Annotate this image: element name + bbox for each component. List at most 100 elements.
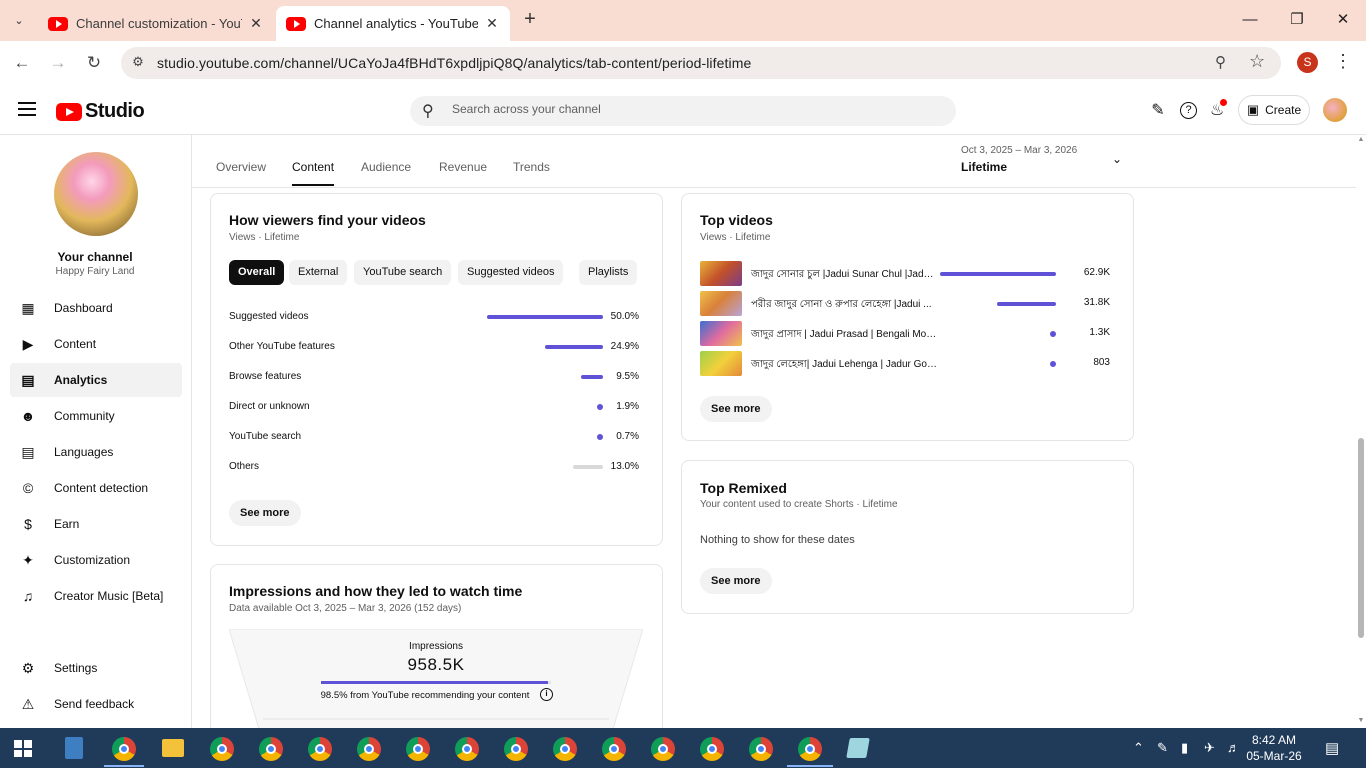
chip-youtube-search[interactable]: YouTube search: [354, 260, 452, 285]
bookmark-star-icon[interactable]: ☆: [1249, 51, 1265, 72]
chip-suggested-videos[interactable]: Suggested videos: [458, 260, 564, 285]
chevron-down-icon[interactable]: ⌄: [1112, 152, 1122, 166]
site-info-icon[interactable]: ⚙: [129, 54, 147, 72]
close-tab-icon[interactable]: ✕: [484, 15, 500, 32]
create-button[interactable]: ▣ Create: [1238, 95, 1310, 125]
video-thumbnail[interactable]: [700, 321, 742, 346]
file-explorer-icon[interactable]: [162, 739, 184, 757]
chrome-profile-app-icon[interactable]: [357, 737, 381, 761]
video-thumbnail[interactable]: [700, 291, 742, 316]
address-bar[interactable]: ⚙ studio.youtube.com/channel/UCaYoJa4fBH…: [121, 47, 1281, 79]
chrome-profile-app-icon[interactable]: [651, 737, 675, 761]
sidebar-item-earn[interactable]: $ Earn: [10, 507, 182, 541]
search-icon[interactable]: ⚲: [422, 101, 434, 121]
battery-icon[interactable]: ▮: [1181, 740, 1188, 756]
comments-icon[interactable]: ✎: [1147, 100, 1169, 122]
chrome-profile-app-icon[interactable]: [602, 737, 626, 761]
browser-tab-customization[interactable]: Channel customization - YouTube Studio ✕: [38, 6, 274, 41]
airplane-mode-icon[interactable]: ✈: [1204, 740, 1215, 756]
traffic-row[interactable]: YouTube search 0.7%: [229, 429, 639, 445]
date-range-picker[interactable]: Oct 3, 2025 – Mar 3, 2026 Lifetime: [961, 145, 1077, 174]
video-title[interactable]: জাদুর লেহেঙ্গা| Jadui Lehenga | Jadur Go…: [751, 357, 937, 374]
system-clock[interactable]: 8:42 AM 05-Mar-26: [1244, 732, 1304, 764]
scroll-thumb[interactable]: [1358, 438, 1364, 638]
tab-search-chevron-icon[interactable]: ⌄: [8, 9, 30, 31]
chip-external[interactable]: External: [289, 260, 348, 285]
reload-button[interactable]: ↻: [82, 51, 106, 75]
tab-trends[interactable]: Trends: [513, 160, 550, 184]
sidebar-item-settings[interactable]: ⚙ Settings: [10, 651, 182, 685]
sidebar-item-send-feedback[interactable]: ⚠ Send feedback: [10, 687, 182, 721]
forward-button[interactable]: →: [46, 51, 70, 75]
chrome-profile-app-icon[interactable]: [700, 737, 724, 761]
see-more-button[interactable]: See more: [700, 568, 772, 594]
account-avatar[interactable]: [1323, 98, 1347, 122]
volume-icon[interactable]: ♬: [1227, 740, 1240, 755]
studio-logo[interactable]: Studio: [56, 100, 145, 123]
tab-revenue[interactable]: Revenue: [439, 160, 487, 184]
show-hidden-icons-chevron-icon[interactable]: ⌃: [1133, 740, 1144, 756]
see-more-button[interactable]: See more: [700, 396, 772, 422]
back-button[interactable]: ←: [10, 51, 34, 75]
notes-app-icon[interactable]: [846, 738, 870, 758]
top-video-row[interactable]: পরীর জাদুর সোনা ও রুপার লেহেঙ্গা |Jadui …: [700, 291, 1110, 317]
chrome-app-icon[interactable]: [210, 737, 234, 761]
search-box[interactable]: ⚲: [410, 96, 956, 126]
sidebar-item-community[interactable]: ☻ Community: [10, 399, 182, 433]
close-window-button[interactable]: ✕: [1328, 8, 1358, 32]
chrome-profile-app-icon[interactable]: [455, 737, 479, 761]
search-input[interactable]: [452, 102, 932, 116]
traffic-row[interactable]: Others 13.0%: [229, 459, 639, 475]
chip-playlists[interactable]: Playlists: [579, 260, 638, 285]
browser-profile-avatar[interactable]: S: [1297, 52, 1318, 73]
channel-avatar[interactable]: [54, 152, 138, 236]
tab-overview[interactable]: Overview: [216, 160, 266, 184]
zoom-icon[interactable]: ⚲: [1215, 53, 1226, 71]
sidebar-item-content[interactable]: ▶ Content: [10, 327, 182, 361]
sidebar-item-analytics[interactable]: ▤ Analytics: [10, 363, 182, 397]
browser-menu-icon[interactable]: ⋮: [1334, 51, 1352, 72]
scroll-up-icon[interactable]: ▲: [1356, 136, 1366, 143]
tab-content[interactable]: Content: [292, 160, 335, 186]
page-scrollbar[interactable]: ▲ ▼: [1356, 135, 1366, 728]
pen-tray-icon[interactable]: ✎: [1157, 740, 1168, 756]
chrome-profile-app-icon[interactable]: [406, 737, 430, 761]
calculator-app-icon[interactable]: [65, 737, 83, 759]
video-title[interactable]: পরীর জাদুর সোনা ও রুপার লেহেঙ্গা |Jadui …: [751, 297, 937, 314]
browser-tab-analytics[interactable]: Channel analytics - YouTube Studio ✕: [276, 6, 510, 41]
chrome-profile-app-icon[interactable]: [308, 737, 332, 761]
impressions-funnel[interactable]: Impressions 958.5K 98.5% from YouTube re…: [229, 629, 643, 728]
chrome-profile-app-icon[interactable]: [553, 737, 577, 761]
info-icon[interactable]: i: [540, 688, 553, 701]
see-more-button[interactable]: See more: [229, 500, 301, 526]
traffic-row[interactable]: Other YouTube features 24.9%: [229, 339, 639, 355]
video-thumbnail[interactable]: [700, 261, 742, 286]
chrome-profile-app-icon[interactable]: [798, 737, 822, 761]
chrome-profile-app-icon[interactable]: [504, 737, 528, 761]
scroll-down-icon[interactable]: ▼: [1356, 717, 1366, 724]
sidebar-item-creator-music[interactable]: ♫ Creator Music [Beta]: [10, 579, 182, 613]
close-tab-icon[interactable]: ✕: [248, 15, 264, 32]
hamburger-menu-icon[interactable]: [18, 102, 36, 116]
channel-title[interactable]: Your channel: [0, 250, 190, 264]
sidebar-item-content-detection[interactable]: © Content detection: [10, 471, 182, 505]
video-title[interactable]: জাদুর প্রাসাদ | Jadui Prasad | Bengali M…: [751, 327, 937, 344]
traffic-row[interactable]: Browse features 9.5%: [229, 369, 639, 385]
chrome-profile-app-icon[interactable]: [749, 737, 773, 761]
restore-button[interactable]: ❐: [1282, 8, 1312, 32]
action-center-icon[interactable]: ▤: [1325, 739, 1339, 757]
traffic-row[interactable]: Suggested videos 50.0%: [229, 309, 639, 325]
video-title[interactable]: জাদুর সোনার চুল |Jadui Sunar Chul |Jadu.…: [751, 267, 937, 284]
tab-audience[interactable]: Audience: [361, 160, 411, 184]
sidebar-item-languages[interactable]: ▤ Languages: [10, 435, 182, 469]
minimize-button[interactable]: —: [1235, 8, 1265, 32]
traffic-row[interactable]: Direct or unknown 1.9%: [229, 399, 639, 415]
chip-overall[interactable]: Overall: [229, 260, 285, 285]
sidebar-item-dashboard[interactable]: ▦ Dashboard: [10, 291, 182, 325]
windows-start-icon[interactable]: [14, 740, 32, 757]
top-video-row[interactable]: জাদুর লেহেঙ্গা| Jadui Lehenga | Jadur Go…: [700, 351, 1110, 377]
sidebar-item-customization[interactable]: ✦ Customization: [10, 543, 182, 577]
new-tab-button[interactable]: +: [519, 9, 541, 31]
chrome-app-icon[interactable]: [112, 737, 136, 761]
help-icon[interactable]: ?: [1180, 102, 1197, 119]
